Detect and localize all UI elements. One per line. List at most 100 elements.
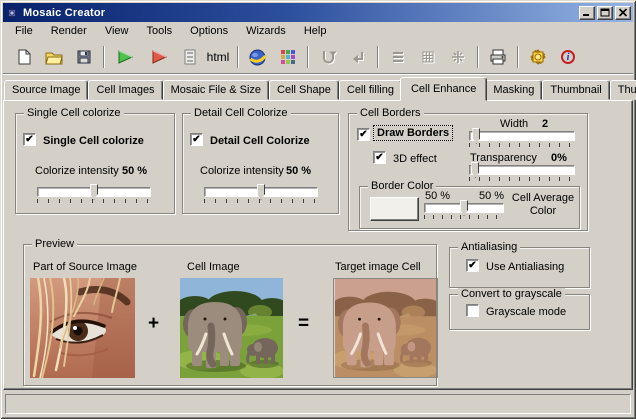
web-globe-icon [249, 49, 267, 66]
about-button[interactable]: i [553, 44, 583, 70]
group-title: Convert to grayscale [458, 288, 565, 300]
colorize-intensity-value: 50 % [122, 165, 147, 177]
slider-thumb[interactable] [257, 184, 265, 200]
tab-thumb-images[interactable]: Thumb Images [610, 80, 636, 100]
single-colorize-intensity-slider[interactable] [37, 187, 151, 203]
cell-average-color-label: Cell Average Color [508, 192, 578, 218]
border-transparency-slider[interactable] [469, 165, 575, 181]
tab-cell-shape[interactable]: Cell Shape [269, 80, 339, 100]
slider-ticks [469, 143, 575, 147]
menu-item-tools[interactable]: Tools [137, 23, 181, 40]
open-file-icon [45, 50, 63, 65]
slider-track[interactable] [469, 131, 575, 141]
grid-button [413, 44, 443, 70]
plus-operator: + [148, 313, 159, 335]
3d-effect-label[interactable]: 3D effect [393, 153, 437, 165]
new-file-button[interactable] [9, 44, 39, 70]
source-image-preview [30, 278, 135, 378]
render-start-red-button[interactable] [143, 44, 177, 70]
status-bar [5, 394, 631, 414]
slider-thumb[interactable] [472, 128, 480, 144]
width-label: Width [500, 118, 528, 130]
colorize-intensity-label: Colorize intensity [200, 165, 284, 177]
slider-thumb[interactable] [471, 162, 479, 178]
toolbar-separator [517, 46, 519, 68]
render-start-green-button[interactable] [109, 44, 143, 70]
target-image-label: Target image Cell [335, 261, 421, 273]
3d-effect-checkbox[interactable]: ✔ [373, 151, 386, 164]
slider-track[interactable] [469, 165, 575, 175]
new-file-icon [16, 49, 32, 65]
tab-thumbnail[interactable]: Thumbnail [542, 80, 609, 100]
app-window: Mosaic Creator File Render View Tools Op… [0, 0, 636, 419]
tab-mosaic-file-size[interactable]: Mosaic File & Size [163, 80, 269, 100]
menu-bar: File Render View Tools Options Wizards H… [3, 22, 633, 41]
draw-borders-label[interactable]: Draw Borders [374, 126, 452, 140]
grayscale-mode-checkbox[interactable] [466, 304, 479, 317]
crosshair-button [443, 44, 473, 70]
check-icon: ✔ [468, 260, 476, 271]
settings-button[interactable] [523, 44, 553, 70]
mosaic-grid-button[interactable] [273, 44, 303, 70]
border-color-percent: 50 % [425, 190, 450, 202]
slider-thumb[interactable] [460, 200, 468, 216]
single-cell-colorize-checkbox[interactable]: ✔ [23, 133, 36, 146]
close-icon [618, 8, 628, 17]
tab-source-image[interactable]: Source Image [4, 80, 88, 100]
tab-masking[interactable]: Masking [485, 80, 542, 100]
line-list-button [383, 44, 413, 70]
menu-item-help[interactable]: Help [295, 23, 336, 40]
menu-item-file[interactable]: File [6, 23, 42, 40]
slider-thumb[interactable] [90, 184, 98, 200]
toolbar-separator [237, 46, 239, 68]
preview-group: Preview Part of Source Image Cell Image … [23, 244, 437, 386]
menu-item-render[interactable]: Render [42, 23, 96, 40]
titlebar: Mosaic Creator [3, 3, 633, 22]
menu-item-options[interactable]: Options [181, 23, 237, 40]
close-button[interactable] [615, 6, 631, 20]
toolbar-separator [477, 46, 479, 68]
antialiasing-group: Antialiasing ✔ Use Antialiasing [449, 247, 590, 288]
tab-cell-enhance[interactable]: Cell Enhance [400, 77, 487, 101]
filmstrip-button[interactable] [177, 44, 203, 70]
menu-item-view[interactable]: View [96, 23, 138, 40]
maximize-button[interactable] [597, 6, 613, 20]
menu-item-wizards[interactable]: Wizards [237, 23, 295, 40]
app-icon [5, 6, 19, 20]
average-color-percent: 50 % [479, 190, 504, 202]
border-width-slider[interactable] [469, 131, 575, 147]
apply-return-icon [350, 49, 366, 65]
settings-gear-icon [529, 48, 547, 66]
web-globe-button[interactable] [243, 44, 273, 70]
print-button[interactable] [483, 44, 513, 70]
html-export-button[interactable]: html [203, 44, 233, 70]
border-color-group: Border Color 50 % 50 % Cell Average Colo… [359, 186, 580, 229]
detail-cell-colorize-label[interactable]: Detail Cell Colorize [210, 135, 310, 147]
detail-cell-colorize-checkbox[interactable]: ✔ [190, 133, 203, 146]
tab-cell-filling[interactable]: Cell filling [339, 80, 402, 100]
draw-borders-checkbox[interactable]: ✔ [357, 128, 370, 141]
colorize-intensity-label: Colorize intensity [35, 165, 119, 177]
colorize-intensity-value: 50 % [286, 165, 311, 177]
detail-colorize-intensity-slider[interactable] [204, 187, 318, 203]
single-cell-colorize-label[interactable]: Single Cell colorize [43, 135, 144, 147]
grayscale-group: Convert to grayscale Grayscale mode [449, 294, 590, 330]
use-antialiasing-label[interactable]: Use Antialiasing [486, 261, 564, 273]
group-title: Detail Cell Colorize [191, 107, 291, 119]
tab-bar: Source Image Cell Images Mosaic File & S… [4, 79, 636, 100]
group-title: Cell Borders [357, 107, 424, 119]
open-file-button[interactable] [39, 44, 69, 70]
grayscale-mode-label[interactable]: Grayscale mode [486, 306, 566, 318]
cell-borders-group: Cell Borders ✔ Draw Borders ✔ 3D effect … [348, 113, 588, 231]
detail-cell-colorize-group: Detail Cell Colorize ✔ Detail Cell Color… [182, 113, 339, 214]
color-mix-slider[interactable] [424, 203, 504, 219]
maximize-icon [600, 8, 610, 17]
save-file-button[interactable] [69, 44, 99, 70]
line-list-icon [391, 50, 405, 64]
cell-image-label: Cell Image [187, 261, 240, 273]
tab-cell-images[interactable]: Cell Images [88, 80, 162, 100]
minimize-button[interactable] [579, 6, 595, 20]
border-color-swatch[interactable] [370, 197, 419, 221]
slider-ticks [469, 177, 575, 181]
use-antialiasing-checkbox[interactable]: ✔ [466, 259, 479, 272]
